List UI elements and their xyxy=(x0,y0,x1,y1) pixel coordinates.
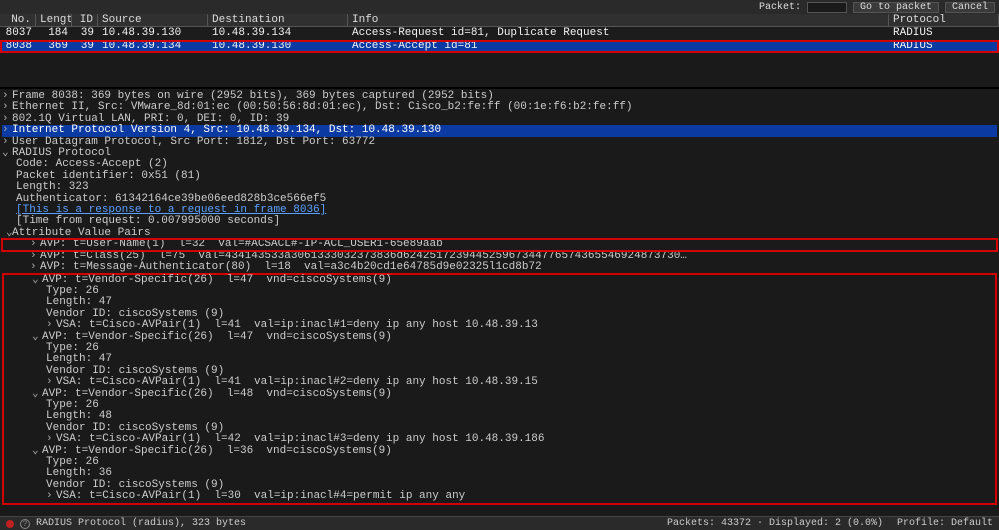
table-row[interactable]: 80371843910.48.39.13010.48.39.134Access-… xyxy=(0,27,999,40)
packet-label: Packet: xyxy=(759,2,801,13)
cell-protocol: RADIUS xyxy=(889,40,999,53)
col-no[interactable]: No. xyxy=(0,14,36,26)
col-destination[interactable]: Destination xyxy=(208,14,348,26)
tree-vs1-type[interactable]: Type: 26 xyxy=(4,285,99,297)
tree-response-link[interactable]: [This is a response to a request in fram… xyxy=(16,204,326,216)
cell-destination: 10.48.39.130 xyxy=(208,40,348,53)
status-bar: ? RADIUS Protocol (radius), 323 bytes Pa… xyxy=(0,516,999,530)
cell-id: 39 xyxy=(72,27,98,40)
help-icon[interactable]: ? xyxy=(20,519,30,529)
go-to-packet-bar: Packet: Go to packet Cancel xyxy=(0,0,999,14)
tree-vs2-vsa[interactable]: VSA: t=Cisco-AVPair(1) l=41 val=ip:inacl… xyxy=(56,376,538,388)
cell-info: Access-Accept id=81 xyxy=(348,40,889,53)
packet-details-tree[interactable]: › Frame 8038: 369 bytes on wire (2952 bit… xyxy=(0,88,999,516)
status-packets: Packets: 43372 · Displayed: 2 (0.0%) xyxy=(667,518,883,529)
col-protocol[interactable]: Protocol xyxy=(889,14,999,26)
tree-vs2-len[interactable]: Length: 47 xyxy=(4,353,112,365)
tree-udp[interactable]: User Datagram Protocol, Src Port: 1812, … xyxy=(12,136,375,148)
cell-source: 10.48.39.134 xyxy=(98,40,208,53)
tree-vlan[interactable]: 802.1Q Virtual LAN, PRI: 0, DEI: 0, ID: … xyxy=(12,113,289,125)
col-source[interactable]: Source xyxy=(98,14,208,26)
packet-number-input[interactable] xyxy=(807,2,847,13)
cancel-button[interactable]: Cancel xyxy=(945,2,995,13)
tree-ethernet[interactable]: Ethernet II, Src: VMware_8d:01:ec (00:50… xyxy=(12,101,633,113)
tree-vs3-len[interactable]: Length: 48 xyxy=(4,410,112,422)
status-left: RADIUS Protocol (radius), 323 bytes xyxy=(36,518,246,529)
tree-avp-header[interactable]: Attribute Value Pairs xyxy=(12,227,151,239)
cell-destination: 10.48.39.134 xyxy=(208,27,348,40)
tree-avp-class[interactable]: AVP: t=Class(25) l=75 val=434143533a3061… xyxy=(40,250,687,262)
tree-avp-msgauth[interactable]: AVP: t=Message-Authenticator(80) l=18 va… xyxy=(40,261,542,273)
expand-icon[interactable]: › xyxy=(46,491,56,502)
tree-vs3-vsa[interactable]: VSA: t=Cisco-AVPair(1) l=42 val=ip:inacl… xyxy=(56,433,544,445)
tree-radius[interactable]: RADIUS Protocol xyxy=(12,147,111,159)
col-id[interactable]: ID xyxy=(72,14,98,26)
tree-pktid[interactable]: Packet identifier: 0x51 (81) xyxy=(2,170,201,182)
expand-icon[interactable]: › xyxy=(30,262,40,273)
cell-info: Access-Request id=81, Duplicate Request xyxy=(348,27,889,40)
tree-vs4-len[interactable]: Length: 36 xyxy=(4,467,112,479)
tree-avp-username[interactable]: AVP: t=User-Name(1) l=32 val=#ACSACL#-IP… xyxy=(40,238,443,250)
tree-vs1-len[interactable]: Length: 47 xyxy=(4,296,112,308)
collapse-icon[interactable]: ⌄ xyxy=(2,228,12,239)
tree-vs3[interactable]: AVP: t=Vendor-Specific(26) l=48 vnd=cisc… xyxy=(42,388,392,400)
cell-protocol: RADIUS xyxy=(889,27,999,40)
cell-length: 369 xyxy=(36,40,72,53)
tree-vs1-vid[interactable]: Vendor ID: ciscoSystems (9) xyxy=(4,308,224,320)
packet-list-header: No. Length ID Source Destination Info Pr… xyxy=(0,14,999,27)
tree-authenticator[interactable]: Authenticator: 61342164ce39be06eed828b3c… xyxy=(2,193,326,205)
tree-vs2-vid[interactable]: Vendor ID: ciscoSystems (9) xyxy=(4,365,224,377)
tree-vs4-vid[interactable]: Vendor ID: ciscoSystems (9) xyxy=(4,479,224,491)
expand-icon[interactable]: › xyxy=(30,239,40,250)
tree-vs3-type[interactable]: Type: 26 xyxy=(4,399,99,411)
tree-vs1[interactable]: AVP: t=Vendor-Specific(26) l=47 vnd=cisc… xyxy=(42,274,392,286)
expert-info-icon[interactable] xyxy=(6,520,14,528)
tree-vs1-vsa[interactable]: VSA: t=Cisco-AVPair(1) l=41 val=ip:inacl… xyxy=(56,319,538,331)
cell-no: 8038 xyxy=(0,40,36,53)
col-info[interactable]: Info xyxy=(348,14,889,26)
cell-source: 10.48.39.130 xyxy=(98,27,208,40)
cell-id: 39 xyxy=(72,40,98,53)
status-profile[interactable]: Profile: Default xyxy=(897,518,993,529)
tree-vs4[interactable]: AVP: t=Vendor-Specific(26) l=36 vnd=cisc… xyxy=(42,445,392,457)
tree-vs2[interactable]: AVP: t=Vendor-Specific(26) l=47 vnd=cisc… xyxy=(42,331,392,343)
tree-ip[interactable]: Internet Protocol Version 4, Src: 10.48.… xyxy=(12,124,441,136)
tree-vs4-vsa[interactable]: VSA: t=Cisco-AVPair(1) l=30 val=ip:inacl… xyxy=(56,490,465,502)
table-row[interactable]: 80383693910.48.39.13410.48.39.130Access-… xyxy=(0,40,999,53)
tree-timefromreq[interactable]: [Time from request: 0.007995000 seconds] xyxy=(2,215,280,227)
packet-list: No. Length ID Source Destination Info Pr… xyxy=(0,14,999,88)
expand-icon[interactable]: › xyxy=(2,125,12,136)
tree-vs4-type[interactable]: Type: 26 xyxy=(4,456,99,468)
cell-no: 8037 xyxy=(0,27,36,40)
tree-length[interactable]: Length: 323 xyxy=(2,181,89,193)
col-length[interactable]: Length xyxy=(36,14,72,26)
cell-length: 184 xyxy=(36,27,72,40)
tree-code[interactable]: Code: Access-Accept (2) xyxy=(2,158,168,170)
tree-vs2-type[interactable]: Type: 26 xyxy=(4,342,99,354)
packet-list-empty-area[interactable] xyxy=(0,53,999,87)
highlighted-avp-group: ⌄AVP: t=Vendor-Specific(26) l=47 vnd=cis… xyxy=(2,273,997,505)
tree-frame[interactable]: Frame 8038: 369 bytes on wire (2952 bits… xyxy=(12,90,494,102)
go-to-packet-button[interactable]: Go to packet xyxy=(853,2,939,13)
tree-vs3-vid[interactable]: Vendor ID: ciscoSystems (9) xyxy=(4,422,224,434)
